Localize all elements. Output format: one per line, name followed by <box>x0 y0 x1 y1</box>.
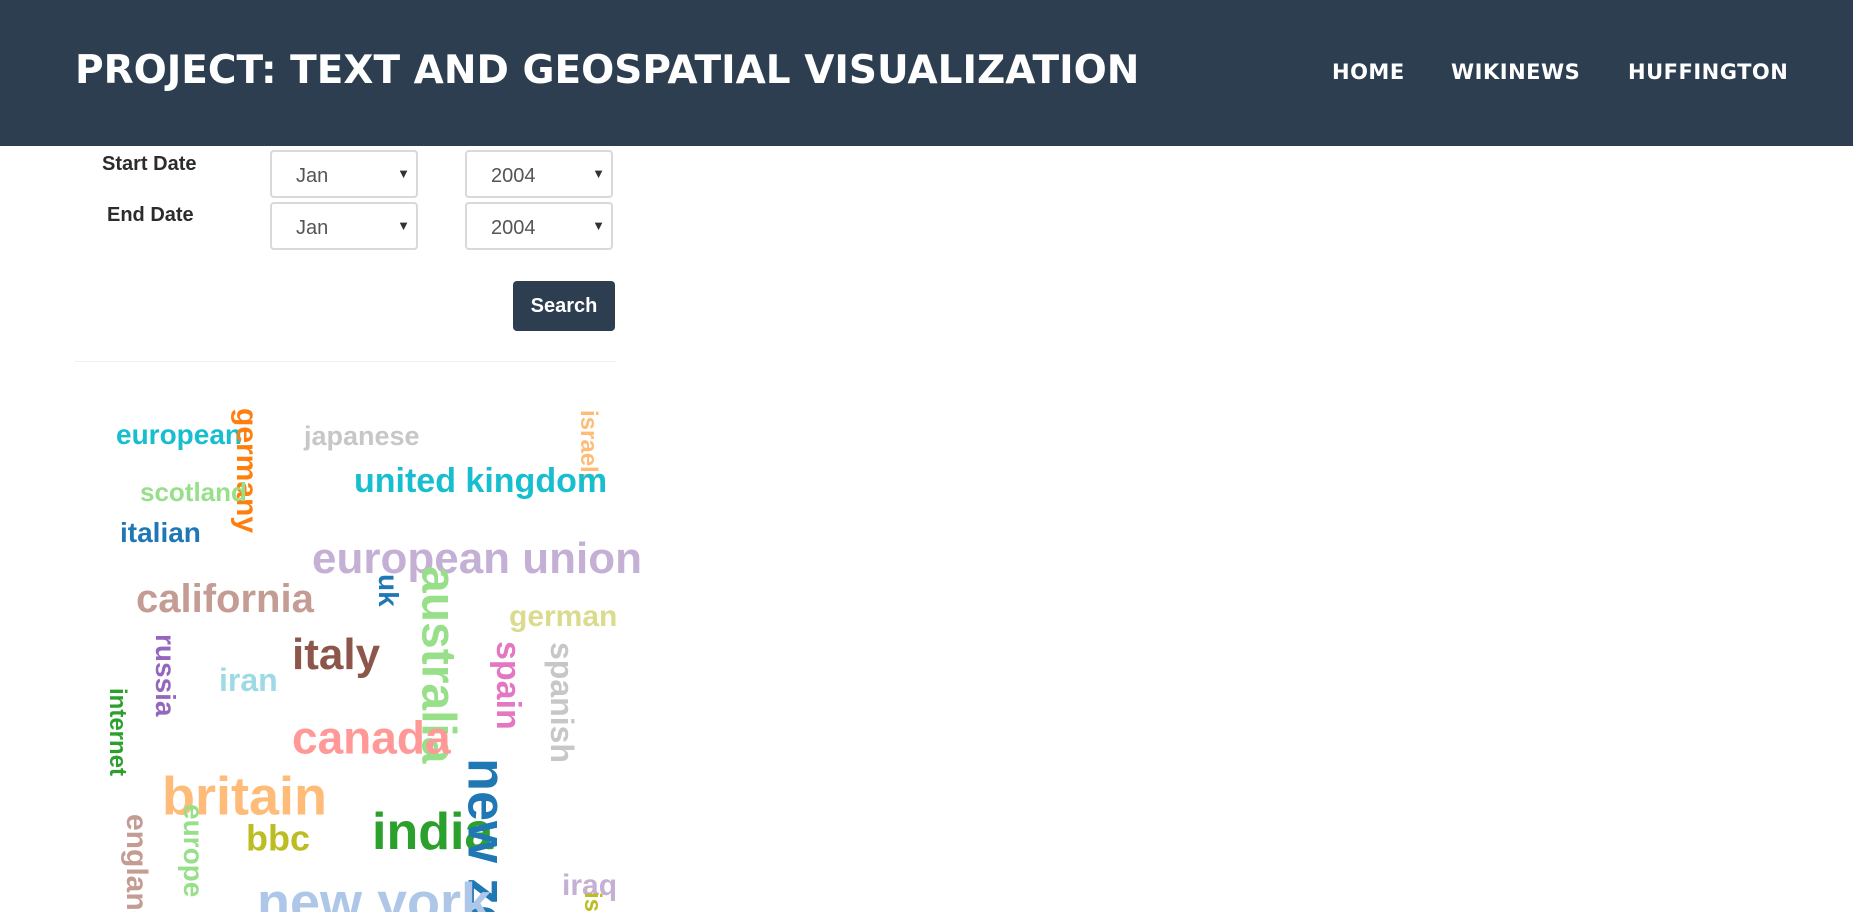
chevron-down-icon: ▼ <box>397 218 410 233</box>
word-cloud-word: bbc <box>246 817 310 858</box>
top-navbar: PROJECT: TEXT AND GEOSPATIAL VISUALIZATI… <box>0 0 1853 146</box>
word-cloud-word: scotland <box>140 477 247 507</box>
word-cloud-word: european <box>116 419 242 450</box>
word-cloud-word: new york <box>257 872 492 912</box>
nav-home[interactable]: HOME <box>1332 60 1405 84</box>
word-cloud-word: spanish <box>544 642 580 763</box>
word-cloud-word: britain <box>162 766 327 826</box>
word-cloud-word: spain <box>489 641 527 730</box>
divider <box>75 361 616 362</box>
word-cloud-word: uk <box>373 574 404 607</box>
chevron-down-icon: ▼ <box>397 166 410 181</box>
word-cloud-word: united kingdom <box>354 462 607 500</box>
word-cloud-word: europe <box>178 804 209 897</box>
word-cloud-word: internet <box>104 688 131 776</box>
start-date-label: Start Date <box>102 153 197 175</box>
end-date-label: End Date <box>107 204 194 226</box>
word-cloud-word: canada <box>292 712 451 764</box>
word-cloud-word: is <box>579 892 606 912</box>
end-month-value: Jan <box>296 217 329 239</box>
end-year-value: 2004 <box>491 217 536 239</box>
word-cloud-word: california <box>136 577 315 621</box>
end-year-select[interactable]: 2004 ▼ <box>465 202 613 250</box>
word-cloud-word: australia <box>411 566 464 764</box>
word-cloud-word: italy <box>292 630 381 679</box>
nav-huffington[interactable]: HUFFINGTON <box>1628 60 1788 84</box>
start-year-value: 2004 <box>491 165 536 187</box>
word-cloud-word: england <box>120 814 153 912</box>
end-month-select[interactable]: Jan ▼ <box>270 202 418 250</box>
word-cloud-word: japanese <box>303 421 420 451</box>
word-cloud-word: germany <box>230 408 263 533</box>
word-cloud-word: iraq <box>562 869 617 902</box>
word-cloud-word: israeli <box>575 410 602 479</box>
search-button[interactable]: Search <box>513 281 615 331</box>
word-cloud-word: german <box>509 600 617 633</box>
chevron-down-icon: ▼ <box>592 166 605 181</box>
chevron-down-icon: ▼ <box>592 218 605 233</box>
word-cloud-word: european union <box>312 534 642 583</box>
word-cloud-word: new ze <box>457 758 517 912</box>
word-cloud-word: italian <box>120 517 201 548</box>
word-cloud-word: india <box>372 803 494 861</box>
start-year-select[interactable]: 2004 ▼ <box>465 150 613 198</box>
site-title[interactable]: PROJECT: TEXT AND GEOSPATIAL VISUALIZATI… <box>75 48 1139 93</box>
word-cloud-word: russia <box>150 634 181 717</box>
start-month-value: Jan <box>296 165 329 187</box>
word-cloud-word: iran <box>219 662 278 698</box>
nav-wikinews[interactable]: WIKINEWS <box>1451 60 1580 84</box>
start-month-select[interactable]: Jan ▼ <box>270 150 418 198</box>
